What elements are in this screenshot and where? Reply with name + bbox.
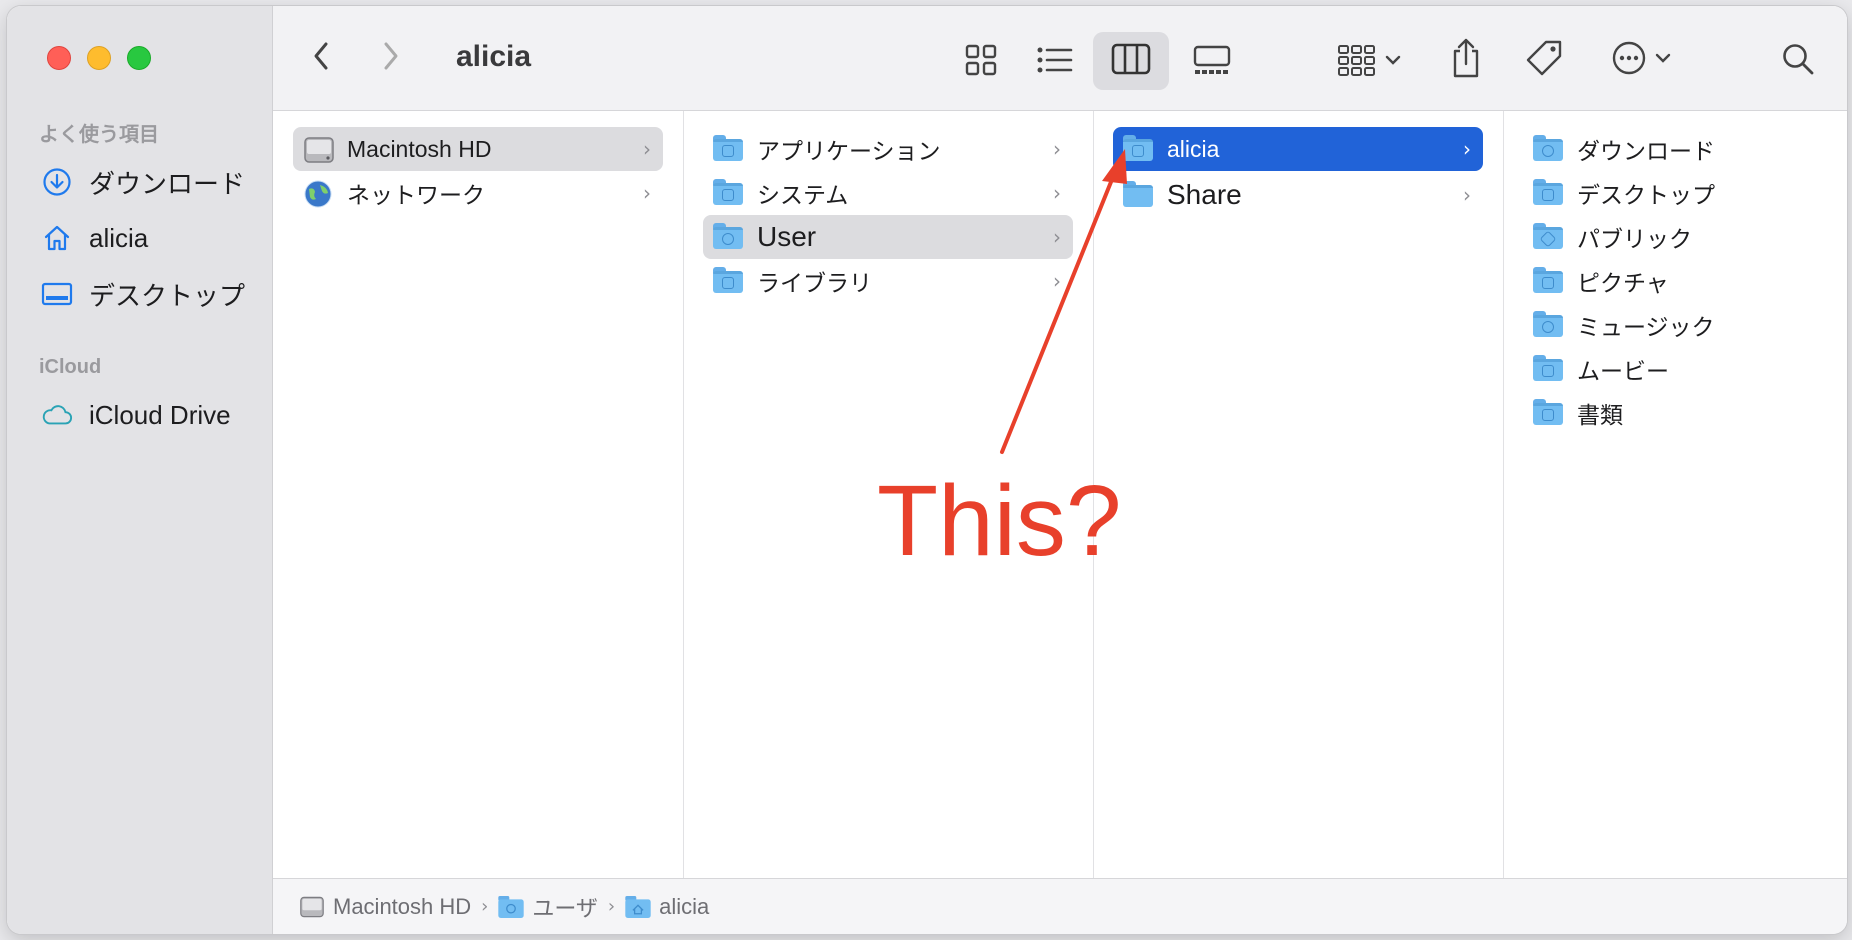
annotation-text: This? — [877, 465, 1122, 577]
finder-window: よく使う項目 ダウンロード alicia デスクトップ iCloud iClou — [7, 6, 1847, 934]
